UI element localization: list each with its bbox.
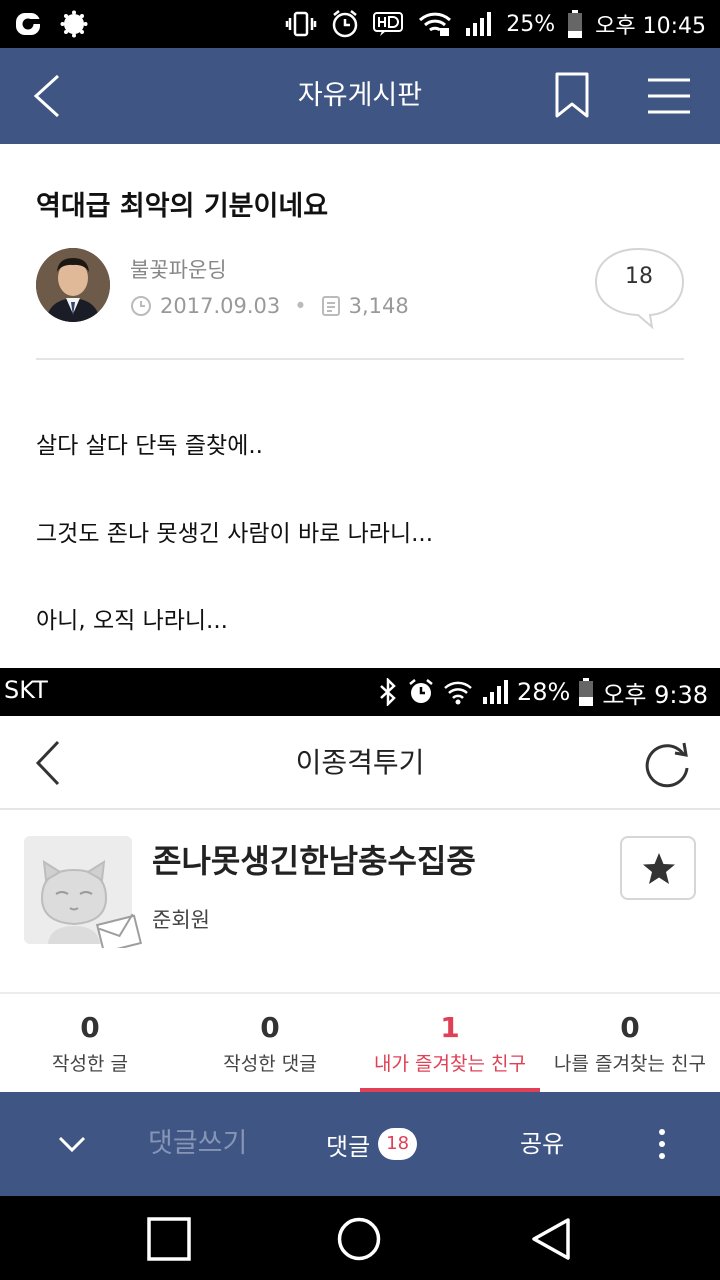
body-line-3: 아니, 오직 나라니... (36, 608, 228, 634)
comment-bar: 댓글쓰기 댓글 18 공유 (0, 1092, 720, 1196)
comment-count: 18 (625, 264, 653, 289)
stat-value: 0 (260, 1011, 280, 1044)
author-name[interactable]: 불꽃파운딩 (130, 254, 227, 284)
avatar[interactable] (36, 248, 110, 322)
stat-value: 1 (440, 1011, 460, 1044)
embedded-screenshot: SKT 28% 오후 9:38 이종격투기 존나못생긴한남충수집중 준회원 0 … (0, 668, 720, 1092)
comments-button[interactable]: 댓글 18 (326, 1126, 418, 1162)
system-nav-bar (0, 1196, 720, 1280)
meta-separator: • (294, 294, 307, 318)
alarm-icon (332, 10, 358, 38)
comment-write-input[interactable]: 댓글쓰기 (148, 1092, 247, 1196)
club-name: 존나못생긴한남충수집중 (152, 842, 476, 880)
refresh-icon[interactable] (640, 738, 694, 792)
comments-badge: 18 (378, 1128, 418, 1160)
stat-label: 작성한 댓글 (223, 1053, 317, 1075)
carrier-label: SKT (4, 676, 48, 704)
share-button[interactable]: 공유 (520, 1092, 564, 1196)
stat-value: 0 (620, 1011, 640, 1044)
post-date: 2017.09.03 (160, 294, 281, 318)
status-bar: 25% 오후 10:45 (0, 0, 720, 48)
comment-count-bubble[interactable]: 18 (594, 246, 686, 330)
more-vert-icon[interactable] (648, 1120, 676, 1168)
stat-comments[interactable]: 0 작성한 댓글 (180, 1004, 360, 1076)
stat-label: 작성한 글 (52, 1053, 128, 1075)
bookmark-icon[interactable] (548, 70, 596, 122)
board-title: 자유게시판 (297, 80, 423, 111)
wifi-icon (444, 681, 472, 705)
stat-value: 0 (80, 1011, 100, 1044)
hd-icon (373, 12, 404, 36)
battery-percent: 25% (506, 11, 556, 37)
clock-icon (131, 296, 151, 316)
recents-icon[interactable] (146, 1216, 192, 1262)
o-app-icon (16, 13, 40, 35)
post-meta: 2017.09.03 • 3,148 (130, 292, 409, 320)
divider (36, 358, 684, 360)
battery-icon (568, 10, 583, 38)
signal-icon (482, 680, 508, 704)
embedded-clock: 오후 9:38 (602, 680, 708, 709)
bluetooth-icon (380, 678, 396, 706)
embedded-battery-percent: 28% (516, 678, 571, 706)
clock: 오후 10:45 (595, 14, 706, 39)
post-title: 역대급 최악의 기분이네요 (36, 191, 329, 222)
menu-icon[interactable] (644, 72, 694, 120)
cat-illustration-icon (24, 836, 143, 954)
star-icon (643, 853, 675, 884)
battery-icon (579, 678, 594, 706)
back-nav-icon[interactable] (528, 1216, 574, 1262)
embedded-title: 이종격투기 (295, 746, 425, 779)
body-line-2: 그것도 존나 못생긴 사람이 바로 나라니... (36, 521, 434, 547)
embedded-header: 이종격투기 (0, 716, 720, 810)
embedded-status-bar: SKT 28% 오후 9:38 (0, 668, 720, 716)
stat-my-favorites[interactable]: 1 내가 즐겨찾는 친구 (360, 1004, 540, 1076)
home-icon[interactable] (336, 1216, 382, 1262)
stat-label: 나를 즐겨찾는 친구 (554, 1053, 706, 1075)
app-header: 자유게시판 (0, 48, 720, 144)
alarm-icon (409, 679, 433, 703)
stat-posts[interactable]: 0 작성한 글 (0, 1004, 180, 1076)
views-icon (321, 296, 340, 316)
stat-favorited-me[interactable]: 0 나를 즐겨찾는 친구 (540, 1004, 720, 1076)
member-role: 준회원 (152, 908, 210, 932)
signal-icon (466, 12, 492, 36)
vibrate-icon (285, 11, 317, 37)
club-thumbnail (24, 836, 143, 954)
author-photo (36, 248, 110, 322)
stats-divider (0, 992, 720, 994)
stat-label: 내가 즐겨찾는 친구 (374, 1053, 526, 1075)
wifi-icon (419, 12, 452, 36)
sun-badge-icon (60, 10, 88, 38)
view-count: 3,148 (348, 294, 409, 318)
chevron-down-icon[interactable] (56, 1124, 88, 1164)
favorite-button[interactable] (620, 836, 696, 900)
comments-label: 댓글 (326, 1132, 371, 1161)
body-line-1: 살다 살다 단독 즐찾에.. (36, 433, 263, 459)
